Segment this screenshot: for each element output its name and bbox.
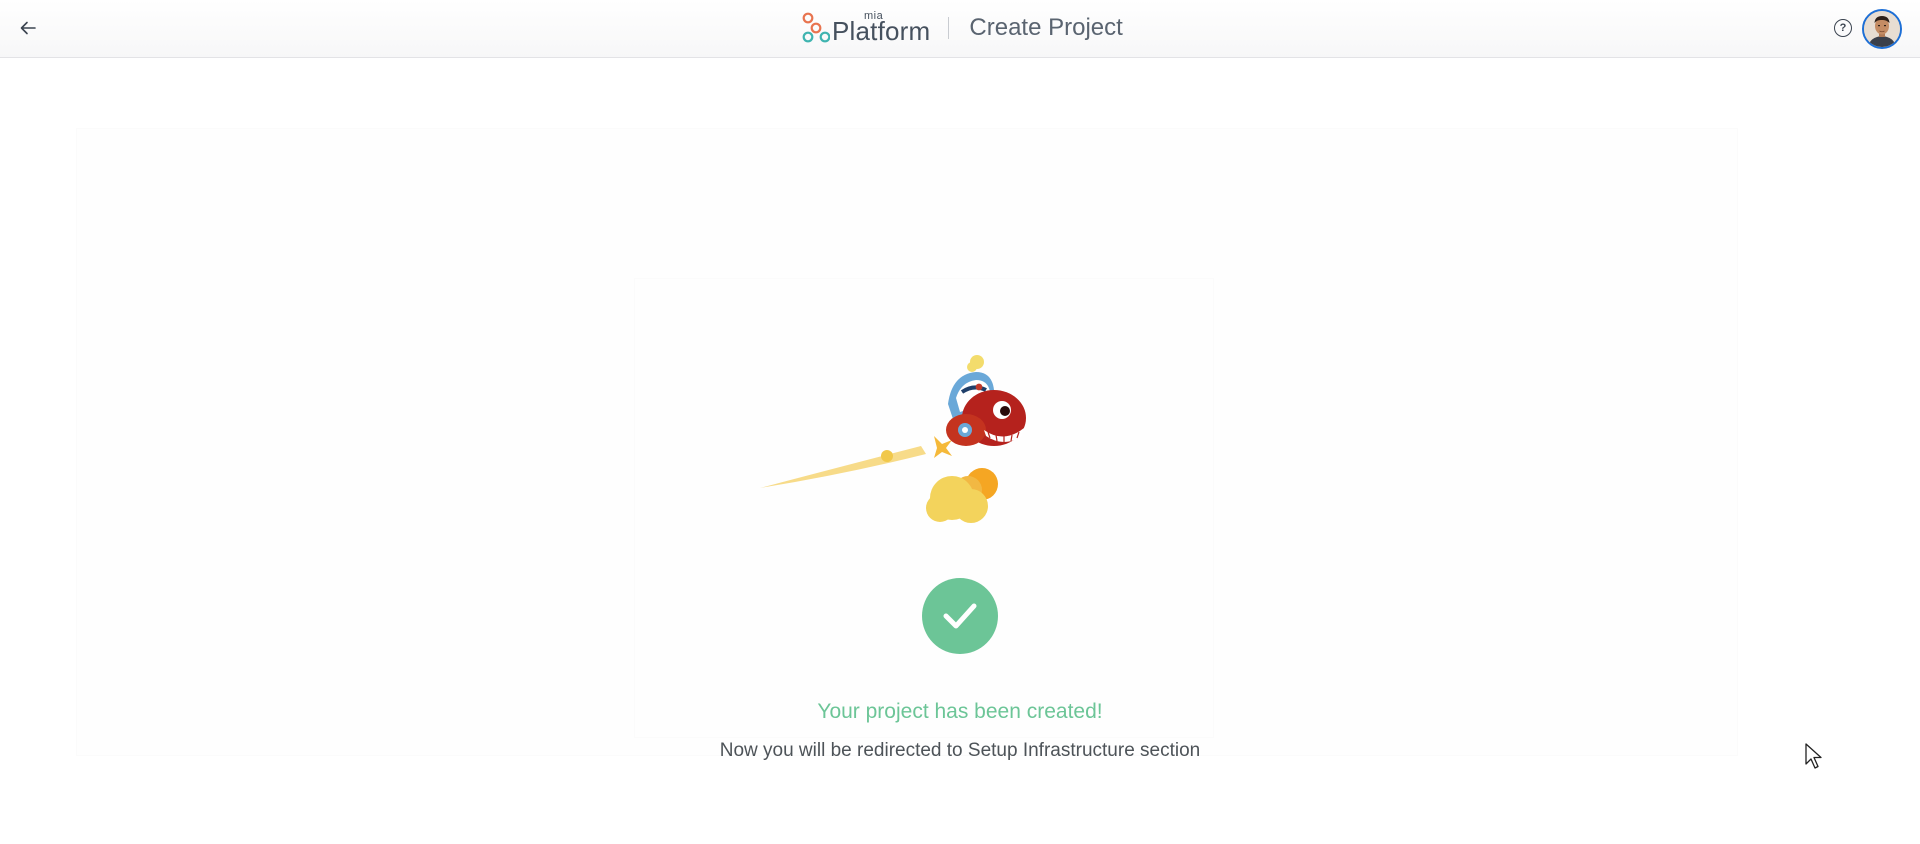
redirect-message: Now you will be redirected to Setup Infr… bbox=[719, 740, 1201, 761]
logo-mia-text: mia bbox=[864, 10, 884, 22]
success-message: Your project has been created! bbox=[817, 700, 1103, 723]
top-bar: mia Platform Create Project ? bbox=[0, 0, 1920, 58]
mia-logo-icon bbox=[802, 12, 830, 43]
rocket-mascot-illustration bbox=[760, 355, 1026, 523]
success-badge bbox=[922, 578, 998, 654]
logo-wordmark: mia Platform bbox=[832, 8, 930, 48]
help-button[interactable]: ? bbox=[1834, 19, 1852, 37]
brand-divider bbox=[948, 17, 950, 39]
question-circle-icon: ? bbox=[1839, 22, 1847, 34]
mouse-cursor-icon bbox=[1805, 743, 1822, 769]
arrow-left-icon bbox=[20, 21, 36, 35]
user-avatar[interactable] bbox=[1862, 9, 1902, 49]
avatar-image bbox=[1864, 11, 1900, 47]
check-icon bbox=[943, 603, 977, 629]
page-title: Create Project bbox=[969, 14, 1123, 41]
brand: mia Platform Create Project bbox=[800, 8, 1123, 48]
back-button[interactable] bbox=[14, 14, 42, 42]
